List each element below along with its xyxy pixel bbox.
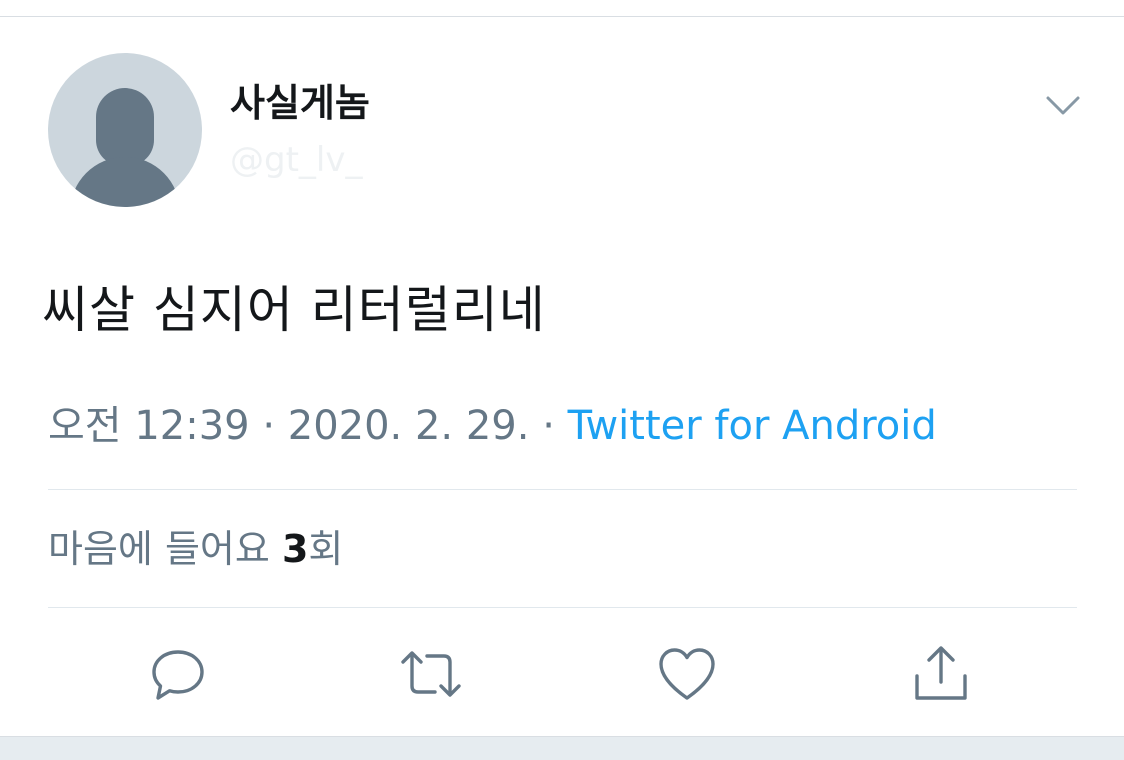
meta-separator: ·	[262, 403, 276, 449]
meta-separator: ·	[542, 403, 555, 449]
retweet-button[interactable]	[399, 642, 463, 706]
tweet-text: 씨살 심지어 리터럴리네	[42, 281, 546, 339]
avatar[interactable]	[48, 53, 202, 207]
chevron-down-icon[interactable]	[1040, 88, 1086, 124]
retweet-icon	[401, 651, 461, 697]
divider	[48, 607, 1077, 608]
like-button[interactable]	[655, 642, 719, 706]
likes-suffix: 회	[308, 527, 344, 571]
likes-label: 마음에 들어요	[48, 527, 270, 571]
avatar-body-shape	[70, 157, 180, 207]
divider	[48, 489, 1077, 490]
share-icon	[915, 646, 967, 700]
tweet-meta: 오전 12:39 · 2020. 2. 29. · Twitter for An…	[48, 400, 937, 452]
top-divider	[0, 16, 1124, 17]
reply-icon	[152, 650, 204, 700]
share-button[interactable]	[909, 642, 973, 706]
reply-button[interactable]	[146, 642, 210, 706]
tweet-date: 2020. 2. 29.	[287, 403, 530, 449]
avatar-head-shape	[96, 88, 154, 166]
heart-icon	[659, 648, 715, 700]
tweet-source-link[interactable]: Twitter for Android	[568, 403, 937, 449]
likes-count: 3	[281, 527, 309, 571]
likes-summary[interactable]: 마음에 들어요 3회	[48, 524, 343, 574]
bottom-separator-bar	[0, 736, 1124, 760]
author-handle[interactable]: @gt_lv_	[230, 140, 362, 180]
tweet-time: 오전 12:39	[48, 403, 250, 449]
author-display-name[interactable]: 사실게놈	[230, 80, 370, 126]
